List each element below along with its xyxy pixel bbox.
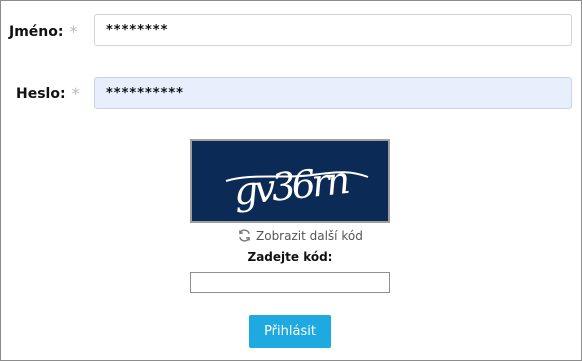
password-required-mark: * [71,84,80,103]
captcha-code-input[interactable] [190,272,390,293]
captcha-image: gv36rn [190,139,390,223]
username-label: Jméno: * [9,22,77,41]
refresh-captcha-link[interactable]: Zobrazit další kód [237,228,363,243]
login-form: Jméno: * ******** Heslo: * ********** gv… [0,0,582,361]
password-field[interactable]: ********** [94,77,572,109]
refresh-icon [239,229,250,242]
password-value: ********** [106,85,184,101]
username-label-text: Jméno: [9,23,64,40]
username-field[interactable]: ******** [94,14,572,46]
refresh-captcha-label: Zobrazit další kód [256,228,363,243]
login-button[interactable]: Přihlásit [249,315,331,348]
password-label: Heslo: * [16,84,80,103]
username-required-mark: * [69,22,78,41]
captcha-code-label: Zadejte kód: [247,250,333,264]
username-value: ******** [106,22,169,38]
password-label-text: Heslo: [16,85,66,102]
